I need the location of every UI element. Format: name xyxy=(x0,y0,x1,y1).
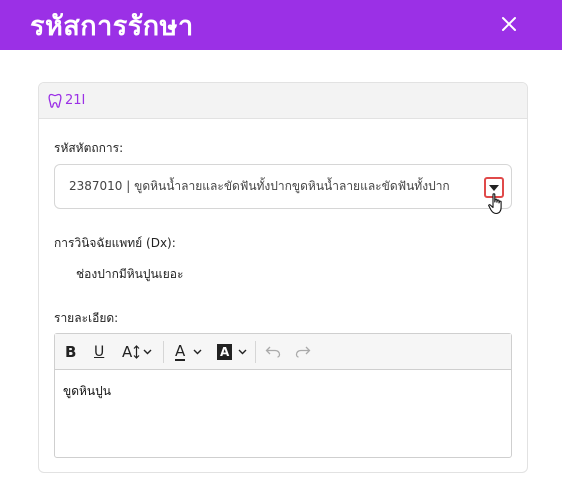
chevron-down-icon xyxy=(193,349,202,355)
dx-value: ช่องปากมีหินปูนเยอะ xyxy=(76,267,184,281)
font-size-button[interactable]: A xyxy=(122,334,152,370)
bold-button[interactable]: B xyxy=(65,334,76,370)
underline-label: U xyxy=(94,344,105,360)
editor-content-area[interactable]: ขูดหินปูน xyxy=(55,370,511,413)
underline-button[interactable]: U xyxy=(94,334,104,370)
highlight-color-button[interactable]: A xyxy=(217,334,247,370)
dx-label: การวินิจฉัยแพทย์ (Dx): xyxy=(54,236,176,250)
undo-button[interactable] xyxy=(265,334,281,370)
close-icon xyxy=(502,17,516,31)
toolbar-divider xyxy=(163,341,164,363)
undo-icon xyxy=(265,346,281,358)
procedure-label: รหัสหัตถการ: xyxy=(54,141,124,155)
editor-toolbar: B U A A A xyxy=(55,334,511,370)
modal-header: รหัสการรักษา xyxy=(0,0,562,50)
toolbar-divider xyxy=(255,341,256,363)
redo-button[interactable] xyxy=(295,334,311,370)
rich-text-editor: B U A A A ขูดหินปูน xyxy=(54,333,512,458)
procedure-select-value: 2387010 | ขูดหินน้ำลายและขัดฟันทั้งปากขู… xyxy=(69,179,450,193)
text-color-button[interactable]: A xyxy=(175,334,202,370)
procedure-select[interactable]: 2387010 | ขูดหินน้ำลายและขัดฟันทั้งปากขู… xyxy=(54,164,512,209)
chevron-down-icon xyxy=(143,349,152,355)
chevron-down-icon xyxy=(238,349,247,355)
editor-content-text: ขูดหินปูน xyxy=(63,384,111,398)
detail-label: รายละเอียด: xyxy=(54,311,119,325)
hand-pointer-icon xyxy=(488,193,502,215)
text-height-icon xyxy=(133,345,140,359)
card-header: 21I xyxy=(39,83,527,119)
close-button[interactable] xyxy=(496,11,522,37)
caret-down-icon xyxy=(489,184,499,191)
text-color-label: A xyxy=(175,341,186,361)
tooth-number: 21I xyxy=(65,93,86,108)
font-size-label: A xyxy=(122,343,133,361)
modal-title: รหัสการรักษา xyxy=(30,10,194,42)
treatment-card: 21I รหัสหัตถการ: 2387010 | ขูดหินน้ำลายแ… xyxy=(38,82,528,473)
highlight-label: A xyxy=(217,344,233,360)
tooth-icon xyxy=(48,93,62,108)
redo-icon xyxy=(295,346,311,358)
bold-label: B xyxy=(65,343,77,361)
